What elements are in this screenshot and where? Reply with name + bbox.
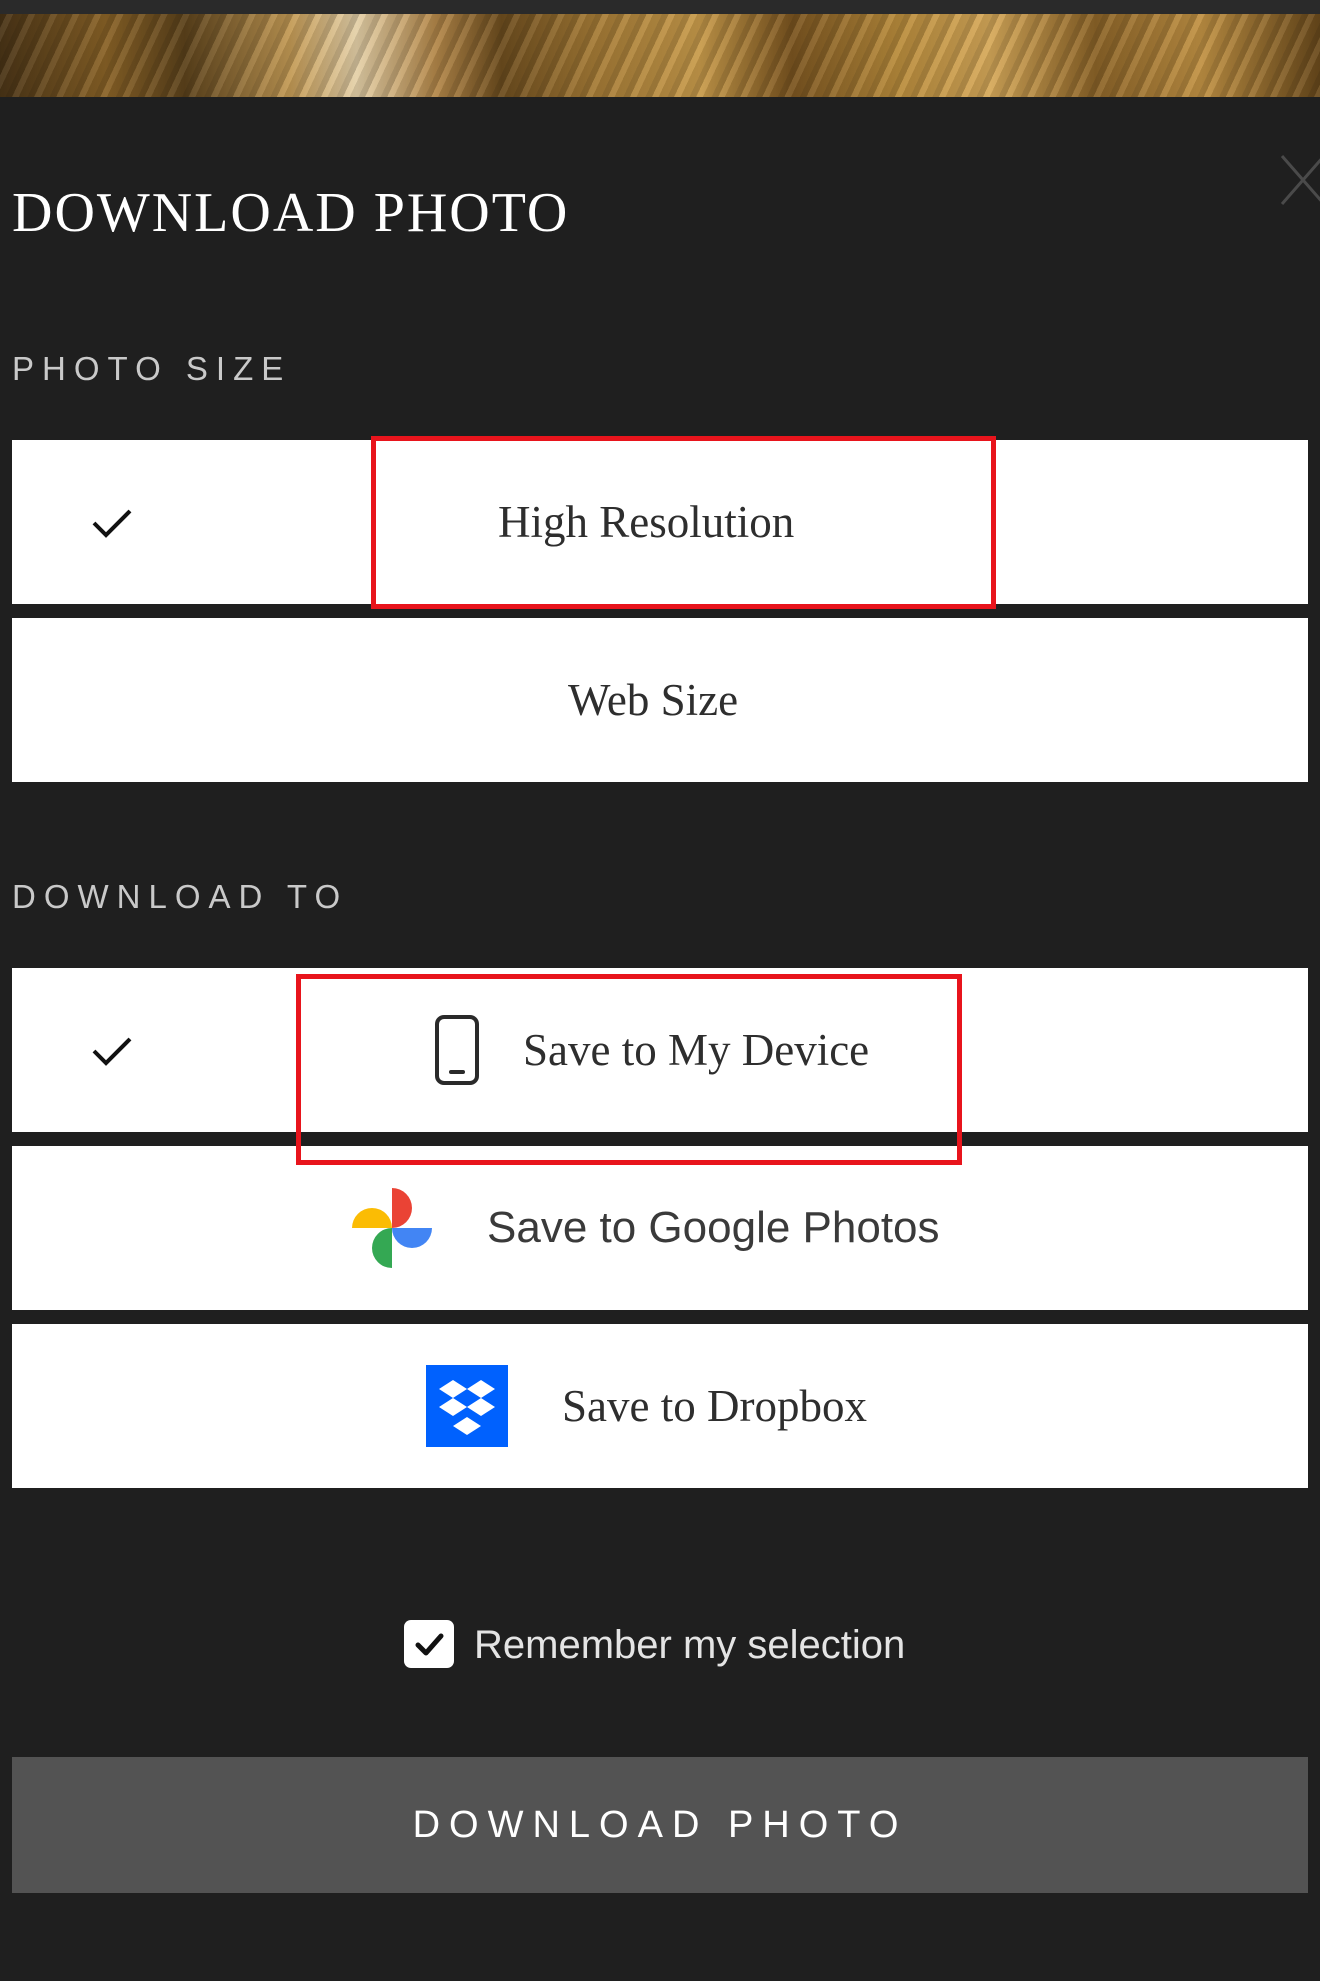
close-icon (1280, 155, 1320, 205)
checkmark-icon (415, 1633, 444, 1656)
download-button-label: DOWNLOAD PHOTO (412, 1804, 908, 1846)
option-high-resolution[interactable]: High Resolution (12, 440, 1308, 604)
option-label: High Resolution (498, 497, 795, 547)
photo-size-label: PHOTO SIZE (12, 350, 292, 387)
top-edge (0, 0, 1320, 14)
download-photo-button[interactable]: DOWNLOAD PHOTO (12, 1757, 1308, 1893)
option-label: Save to My Device (523, 1025, 870, 1075)
dialog-title: DOWNLOAD PHOTO (12, 182, 570, 244)
dropbox-icon (426, 1365, 508, 1447)
phone-icon (435, 1015, 479, 1085)
option-label: Save to Dropbox (562, 1381, 867, 1431)
option-label: Web Size (568, 675, 739, 725)
close-button[interactable] (1278, 150, 1320, 210)
option-save-to-google-photos[interactable]: Save to Google Photos (12, 1146, 1308, 1310)
google-photos-icon (352, 1188, 432, 1268)
download-to-label: DOWNLOAD TO (12, 878, 349, 915)
checkmark-icon (92, 1037, 132, 1066)
option-save-to-device[interactable]: Save to My Device (12, 968, 1308, 1132)
background-photo-strip (0, 14, 1320, 97)
option-web-size[interactable]: Web Size (12, 618, 1308, 782)
checkmark-icon (92, 509, 132, 538)
option-save-to-dropbox[interactable]: Save to Dropbox (12, 1324, 1308, 1488)
option-label: Save to Google Photos (487, 1203, 940, 1252)
remember-checkbox[interactable] (404, 1620, 454, 1668)
remember-label: Remember my selection (474, 1623, 906, 1667)
